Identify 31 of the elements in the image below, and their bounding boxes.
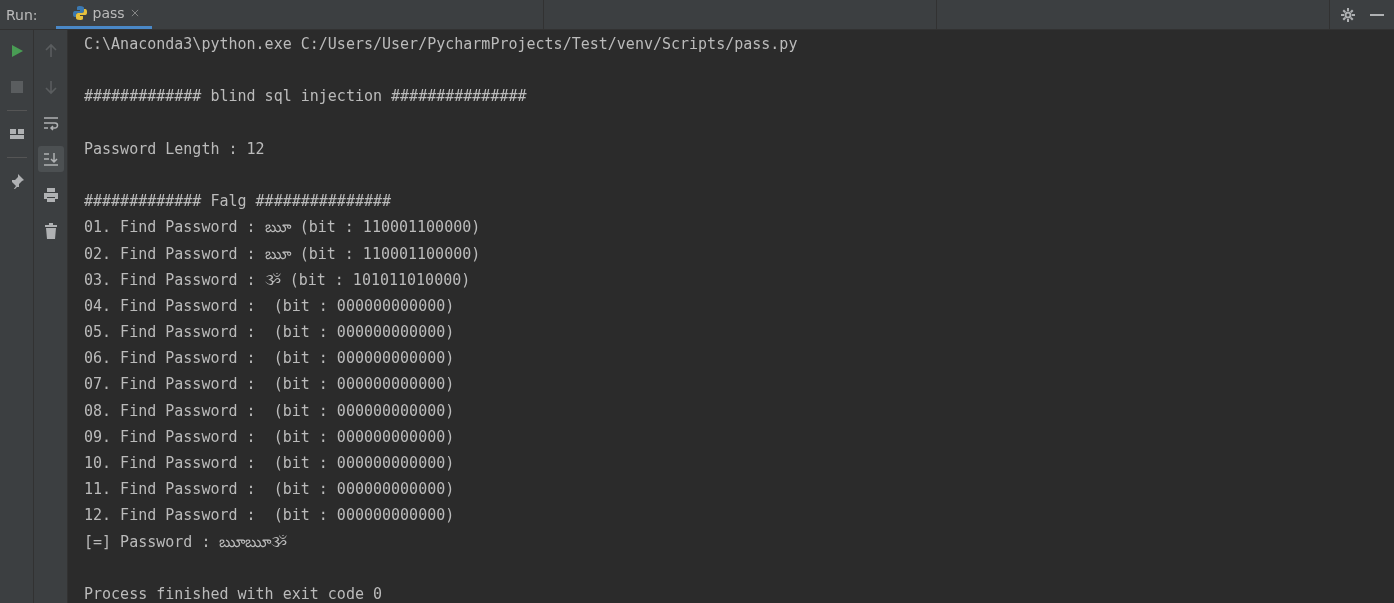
scroll-to-end-icon xyxy=(42,151,59,167)
stop-icon xyxy=(8,79,25,95)
console-line: [=] Password : ౠౠૐ xyxy=(84,531,289,553)
console-line: ############# blind sql injection ############### xyxy=(84,86,528,108)
console-line: 07. Find Password : (bit : 000000000000) xyxy=(84,374,456,396)
console-line: 09. Find Password : (bit : 000000000000) xyxy=(84,426,456,448)
console-line: ############# Falg ############### xyxy=(84,191,393,213)
scroll-to-end-button[interactable] xyxy=(37,146,64,172)
close-icon xyxy=(129,8,140,18)
console-line: 12. Find Password : (bit : 000000000000) xyxy=(84,505,456,527)
console-line: 04. Find Password : (bit : 000000000000) xyxy=(84,295,456,317)
console-line: Process finished with exit code 0 xyxy=(84,583,383,603)
python-logo-icon xyxy=(71,5,88,21)
minimize-icon xyxy=(1370,13,1384,16)
console-line: 01. Find Password : ౠ (bit : 110001100000) xyxy=(84,217,482,239)
console-line: 02. Find Password : ౠ (bit : 110001100000) xyxy=(84,243,482,265)
layout-icon xyxy=(8,126,25,142)
trash-icon xyxy=(42,223,59,239)
console-line: 05. Find Password : (bit : 000000000000) xyxy=(84,322,456,344)
console-line: C:\Anaconda3\python.exe C:/Users/User/PycharmProjects/Test/venv/Scripts/pass.py xyxy=(84,34,799,55)
wrap-icon xyxy=(42,115,59,131)
console-line: 11. Find Password : (bit : 000000000000) xyxy=(84,479,456,501)
console-line: 08. Find Password : (bit : 000000000000) xyxy=(84,400,456,422)
printer-icon xyxy=(42,187,59,203)
console-line: 03. Find Password : ૐ (bit : 101011010000) xyxy=(84,269,472,291)
console-line: 06. Find Password : (bit : 000000000000) xyxy=(84,348,456,370)
settings-icon xyxy=(1340,6,1356,23)
run-label: Run: xyxy=(5,6,39,23)
console-line: 10. Find Password : (bit : 000000000000) xyxy=(84,453,456,474)
console-line: Password Length : 12 xyxy=(84,138,266,160)
arrow-down-icon xyxy=(42,79,59,95)
